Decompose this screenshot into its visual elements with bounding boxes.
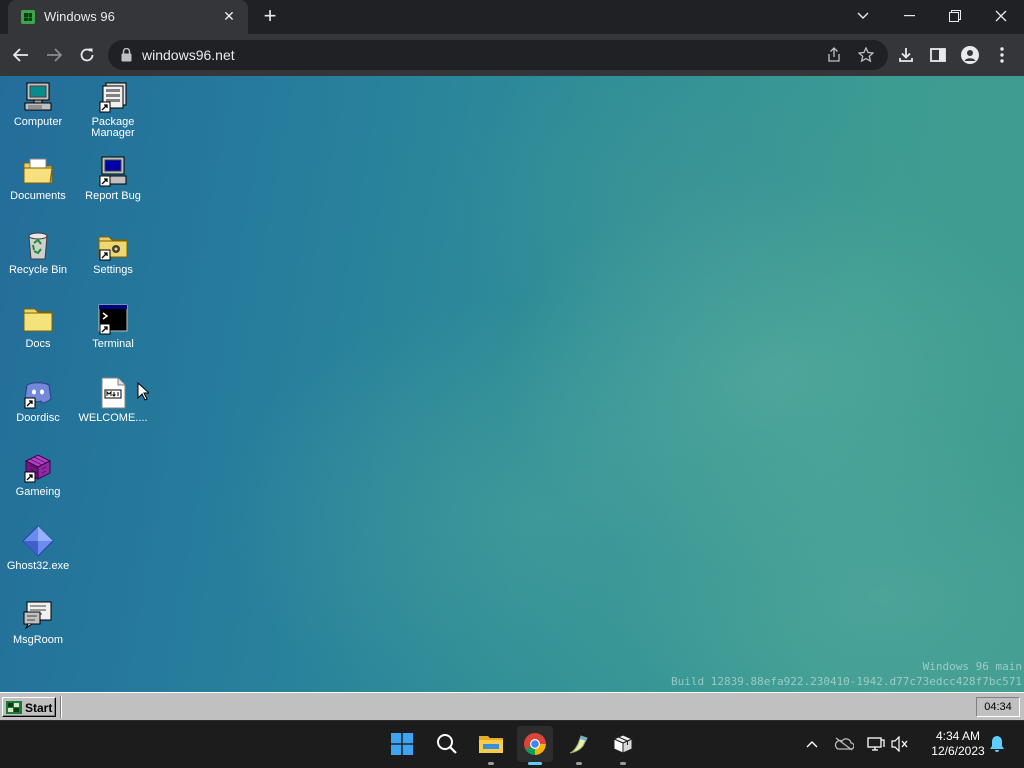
- browser-tab-active[interactable]: Windows 96 ✕: [8, 0, 248, 34]
- downloads-icon[interactable]: [894, 43, 918, 67]
- close-window-button[interactable]: [978, 0, 1024, 32]
- notification-bell-icon[interactable]: [987, 734, 1007, 754]
- desktop-icon-msgroom[interactable]: MsgRoom: [0, 597, 76, 667]
- desktop-icon-label: WELCOME....: [78, 412, 148, 424]
- markdown-file-icon: [101, 377, 126, 409]
- settings-folder-icon: [98, 236, 128, 261]
- desktop-icon-gameing[interactable]: Gameing: [0, 449, 76, 519]
- win11-chrome-button[interactable]: [517, 726, 553, 765]
- win11-search-button[interactable]: [429, 726, 465, 762]
- computer-icon: [24, 82, 52, 111]
- search-icon: [437, 734, 457, 754]
- browser-toolbar: windows96.net: [0, 34, 1024, 76]
- tab-title: Windows 96: [44, 9, 115, 24]
- desktop-icon-doordisc[interactable]: Doordisc: [0, 375, 76, 445]
- desktop-icon-label: MsgRoom: [12, 634, 64, 646]
- back-button[interactable]: [9, 43, 33, 67]
- documents-folder-icon: [23, 158, 53, 184]
- new-tab-button[interactable]: +: [258, 5, 282, 29]
- build-info-line2: Build 12839.88efa922.230410-1942.d77c73e…: [671, 675, 1022, 688]
- running-indicator: [576, 762, 582, 765]
- onedrive-offline-icon[interactable]: [834, 734, 854, 754]
- doordisc-icon: [24, 382, 52, 409]
- taskbar-separator: [60, 696, 62, 718]
- address-bar[interactable]: windows96.net: [108, 40, 888, 70]
- docs-folder-icon: [23, 308, 53, 332]
- win96-clock[interactable]: 04:34: [976, 697, 1020, 717]
- desktop-icon-label: Computer: [13, 116, 63, 128]
- running-indicator: [620, 762, 626, 765]
- start-button[interactable]: Start: [2, 697, 56, 717]
- desktop-icon-label: Gameing: [15, 486, 61, 498]
- win96-desktop[interactable]: Computer Package Manager Documents Repor…: [0, 76, 1024, 692]
- tab-search-chevron-icon[interactable]: [840, 0, 886, 32]
- desktop-icon-label: Terminal: [92, 338, 134, 350]
- terminal-icon: [98, 304, 128, 335]
- desktop-icon-label: Package Manager: [91, 116, 135, 139]
- url-text[interactable]: windows96.net: [142, 47, 235, 63]
- report-bug-icon: [99, 156, 127, 187]
- desktop-icon-package-manager[interactable]: Package Manager: [75, 79, 151, 149]
- side-panel-icon[interactable]: [926, 43, 950, 67]
- pen-app-icon: [569, 735, 588, 754]
- win11-pen-app-button[interactable]: [561, 726, 597, 765]
- win11-taskbar: 4:34 AM 12/6/2023: [0, 720, 1024, 768]
- build-info-line1: Windows 96 main: [922, 660, 1022, 673]
- volume-muted-icon[interactable]: [890, 734, 910, 754]
- desktop-icon-docs[interactable]: Docs: [0, 301, 76, 371]
- tab-close-icon[interactable]: ✕: [220, 7, 238, 25]
- desktop-icon-recycle-bin[interactable]: Recycle Bin: [0, 227, 76, 297]
- mouse-cursor-icon: [137, 382, 149, 401]
- win11-start-button[interactable]: [384, 726, 420, 762]
- browser-tab-strip: Windows 96 ✕ +: [0, 0, 1024, 34]
- desktop-icon-label: Doordisc: [16, 412, 60, 424]
- running-indicator: [488, 762, 494, 765]
- minimize-button[interactable]: [886, 0, 932, 32]
- desktop-icon-label: Docs: [25, 338, 51, 350]
- gameing-icon: [24, 454, 52, 483]
- desktop-icon-label: Settings: [93, 264, 133, 276]
- desktop-icon-label: Recycle Bin: [8, 264, 68, 276]
- desktop-icon-settings[interactable]: Settings: [75, 227, 151, 297]
- start-icon: [391, 733, 413, 755]
- start-label: Start: [25, 701, 53, 715]
- desktop-icon-computer[interactable]: Computer: [0, 79, 76, 149]
- package-manager-icon: [99, 82, 127, 113]
- desktop-icon-documents[interactable]: Documents: [0, 153, 76, 223]
- forward-button[interactable]: [42, 43, 66, 67]
- show-hidden-icons-chevron-icon[interactable]: [802, 734, 822, 754]
- desktop-icon-label: Ghost32.exe: [6, 560, 70, 572]
- msgroom-icon: [23, 601, 52, 630]
- win11-package-app-button[interactable]: [605, 726, 641, 765]
- win11-clock[interactable]: 4:34 AM 12/6/2023: [918, 729, 998, 759]
- bookmark-star-icon[interactable]: [856, 45, 876, 65]
- running-indicator: [528, 762, 542, 765]
- desktop-icon-terminal[interactable]: Terminal: [75, 301, 151, 371]
- ghost32-icon: [22, 525, 54, 557]
- desktop-icon-label: Report Bug: [85, 190, 141, 202]
- network-icon[interactable]: [866, 734, 886, 754]
- package-app-icon: [612, 734, 634, 754]
- file-explorer-icon: [479, 736, 503, 753]
- reload-button[interactable]: [75, 43, 99, 67]
- chrome-icon: [524, 733, 546, 755]
- win11-file-explorer-button[interactable]: [473, 726, 509, 765]
- more-menu-icon[interactable]: [990, 43, 1014, 67]
- profile-icon[interactable]: [958, 43, 982, 67]
- lock-icon[interactable]: [121, 48, 132, 62]
- desktop-icon-label: Documents: [10, 190, 66, 202]
- desktop-icon-report-bug[interactable]: Report Bug: [75, 153, 151, 223]
- win11-time: 4:34 AM: [935, 729, 981, 743]
- windows96-favicon-icon: [21, 10, 35, 24]
- start-logo-icon: [6, 701, 22, 714]
- recycle-bin-icon: [28, 232, 48, 260]
- desktop-icon-ghost32[interactable]: Ghost32.exe: [0, 523, 76, 593]
- restore-button[interactable]: [932, 0, 978, 32]
- win11-date: 12/6/2023: [931, 744, 985, 758]
- share-icon[interactable]: [824, 45, 844, 65]
- win96-taskbar: Start 04:34: [0, 692, 1024, 720]
